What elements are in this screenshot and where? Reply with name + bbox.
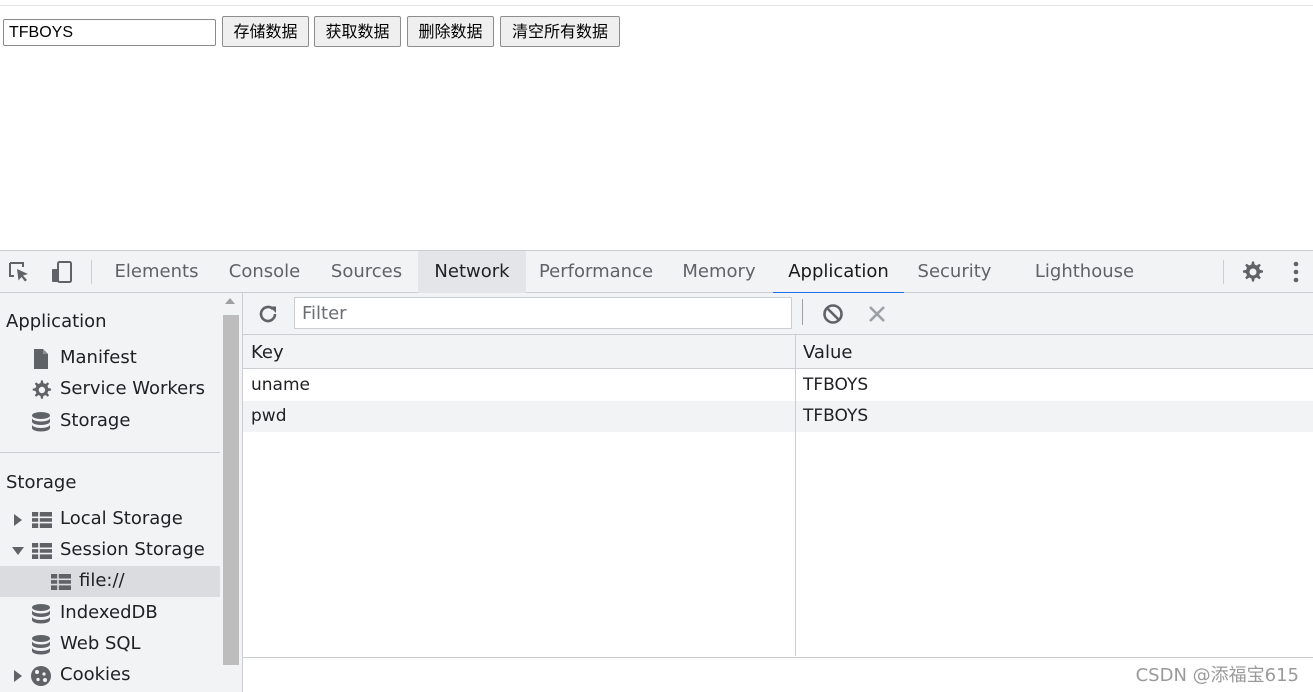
sidebar-item-label: Manifest	[60, 347, 137, 368]
database-icon	[30, 411, 52, 433]
web-page: 存储数据 获取数据 删除数据 清空所有数据	[0, 0, 1313, 250]
sidebar-item-storage[interactable]: Storage	[0, 406, 220, 437]
expand-arrow-icon[interactable]	[14, 514, 22, 526]
grid-bottom-border	[243, 657, 1313, 658]
tab-performance[interactable]: Performance	[531, 251, 661, 293]
column-header-value[interactable]: Value	[803, 342, 852, 363]
row-value: TFBOYS	[803, 406, 869, 426]
sidebar-item-session-storage[interactable]: Session Storage	[0, 535, 220, 566]
tab-application[interactable]: Application	[773, 251, 904, 294]
tab-network[interactable]: Network	[418, 251, 526, 293]
sidebar-item-service-workers[interactable]: Service Workers	[0, 374, 220, 405]
device-toggle-icon[interactable]	[49, 260, 73, 284]
tab-bar-divider-right	[1223, 260, 1224, 284]
get-data-button[interactable]: 获取数据	[314, 16, 401, 47]
sidebar-item-manifest[interactable]: Manifest	[0, 343, 220, 374]
sidebar-item-web-sql[interactable]: Web SQL	[0, 629, 220, 660]
application-sidebar: Application Manifest Service Workers Sto…	[0, 293, 243, 692]
collapse-arrow-icon[interactable]	[12, 547, 24, 555]
storage-toolbar	[243, 293, 1313, 335]
sidebar-item-label: Web SQL	[60, 633, 141, 654]
store-data-button[interactable]: 存储数据	[222, 16, 309, 47]
sidebar-item-label: Storage	[60, 410, 131, 431]
more-menu-icon[interactable]	[1284, 260, 1308, 284]
storage-data-grid: Key Value uname TFBOYS pwd TFBOYS	[243, 335, 1313, 692]
filter-input[interactable]	[294, 297, 792, 329]
database-icon	[30, 603, 52, 625]
sidebar-scrollbar-thumb[interactable]	[223, 315, 239, 665]
clear-all-icon[interactable]	[821, 302, 845, 326]
sidebar-item-cookies[interactable]: Cookies	[0, 660, 220, 691]
grid-header: Key Value	[243, 335, 1313, 369]
inspect-element-icon[interactable]	[7, 260, 31, 284]
sidebar-item-label: Cookies	[60, 664, 131, 685]
cookie-icon	[30, 665, 52, 687]
gear-icon	[30, 379, 52, 401]
delete-data-button[interactable]: 删除数据	[407, 16, 494, 47]
devtools-tab-bar: Elements Console Sources Network Perform…	[0, 250, 1313, 294]
file-icon	[30, 348, 52, 370]
page-top-rule	[0, 5, 1313, 6]
sidebar-item-indexeddb[interactable]: IndexedDB	[0, 598, 220, 629]
sidebar-header-storage: Storage	[6, 472, 77, 493]
delete-selected-icon[interactable]	[865, 302, 889, 326]
sidebar-item-session-file[interactable]: file://	[0, 566, 220, 597]
clear-all-data-button[interactable]: 清空所有数据	[500, 16, 620, 47]
expand-arrow-icon[interactable]	[14, 670, 22, 682]
tab-bar-divider	[91, 260, 92, 284]
tab-elements[interactable]: Elements	[103, 251, 210, 293]
table-row[interactable]: pwd TFBOYS	[243, 401, 1313, 432]
devtools-panel: Elements Console Sources Network Perform…	[0, 250, 1313, 692]
grid-table-icon	[50, 571, 72, 593]
row-value: TFBOYS	[803, 375, 869, 395]
sidebar-item-label: Local Storage	[60, 508, 183, 529]
sidebar-item-label: Service Workers	[60, 378, 206, 399]
tab-console[interactable]: Console	[215, 251, 314, 293]
column-header-key[interactable]: Key	[251, 342, 284, 363]
sidebar-item-label: Session Storage	[60, 539, 205, 560]
scroll-up-arrow-icon[interactable]	[225, 298, 235, 304]
data-text-input[interactable]	[3, 19, 216, 46]
grid-table-icon	[31, 509, 53, 531]
database-icon	[30, 634, 52, 656]
sidebar-item-local-storage[interactable]: Local Storage	[0, 504, 220, 535]
sidebar-divider	[0, 452, 220, 453]
row-key: pwd	[251, 406, 287, 426]
tab-memory[interactable]: Memory	[670, 251, 768, 293]
column-divider[interactable]	[795, 335, 796, 656]
grid-table-icon	[31, 540, 53, 562]
tab-lighthouse[interactable]: Lighthouse	[1022, 251, 1147, 293]
refresh-icon[interactable]	[256, 302, 280, 326]
settings-gear-icon[interactable]	[1240, 260, 1264, 284]
sidebar-header-application: Application	[6, 311, 107, 332]
table-row[interactable]: uname TFBOYS	[243, 370, 1313, 401]
storage-view: Key Value uname TFBOYS pwd TFBOYS	[243, 293, 1313, 692]
sidebar-item-label: IndexedDB	[60, 602, 158, 623]
watermark-text: CSDN @添福宝615	[1135, 665, 1299, 686]
tab-security[interactable]: Security	[907, 251, 1002, 293]
row-key: uname	[251, 375, 310, 395]
sidebar-item-label: file://	[79, 570, 125, 591]
tab-sources[interactable]: Sources	[320, 251, 413, 293]
toolbar-divider	[802, 299, 803, 325]
